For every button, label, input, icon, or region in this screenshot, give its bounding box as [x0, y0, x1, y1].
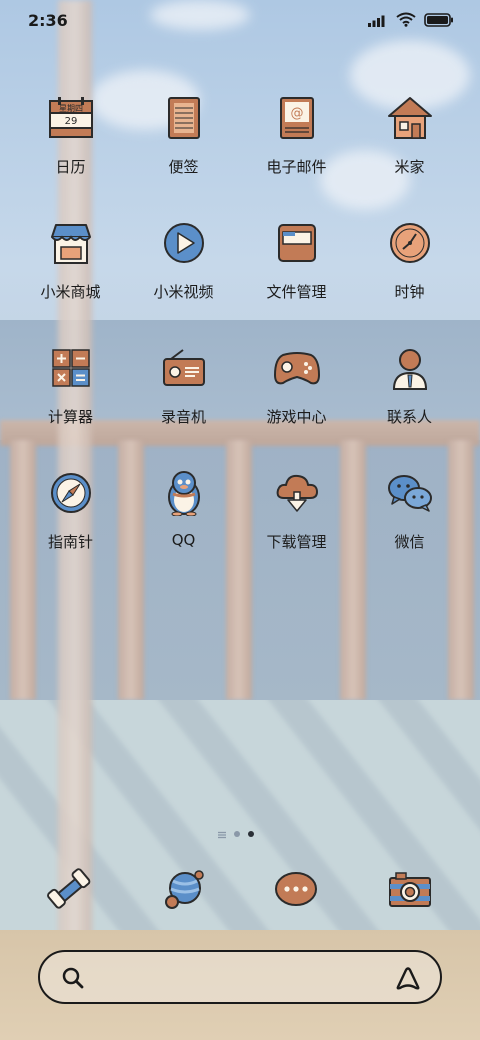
- dock-phone[interactable]: [40, 862, 100, 922]
- app-label: 下载管理: [266, 533, 327, 551]
- contact-icon: [382, 340, 438, 396]
- status-time: 2:36: [28, 11, 68, 30]
- page-dot-1: [234, 830, 240, 837]
- app-mi-video[interactable]: 小米视频: [127, 215, 240, 325]
- app-label: 小米商城: [40, 283, 101, 301]
- app-qq[interactable]: QQ: [127, 465, 240, 575]
- page-indicator[interactable]: [218, 824, 254, 843]
- calculator-icon: [43, 340, 99, 396]
- wifi-icon: [396, 12, 416, 31]
- app-email[interactable]: @ 电子邮件: [240, 90, 353, 200]
- app-label: 录音机: [160, 408, 206, 426]
- app-file-manager[interactable]: 文件管理: [240, 215, 353, 325]
- camera-icon: [387, 870, 433, 914]
- app-label: 联系人: [386, 408, 432, 426]
- app-label: 小米视频: [153, 283, 214, 301]
- gamepad-icon: [269, 340, 325, 396]
- dock-messages[interactable]: [266, 862, 326, 922]
- notes-icon: [156, 90, 212, 146]
- calendar-weekday: 星期四: [59, 104, 83, 113]
- store-icon: [43, 215, 99, 271]
- minus-one-screen-icon: [218, 824, 226, 843]
- penguin-icon: [156, 465, 212, 521]
- chat-bubbles-icon: [382, 465, 438, 521]
- video-play-icon: [156, 215, 212, 271]
- planet-icon: [161, 867, 207, 917]
- clock-icon: [382, 215, 438, 271]
- assistant-icon[interactable]: [394, 965, 422, 995]
- app-calculator[interactable]: 计算器: [14, 340, 127, 450]
- search-icon[interactable]: [60, 965, 86, 995]
- app-mihome[interactable]: 米家: [353, 90, 466, 200]
- app-download-manager[interactable]: 下载管理: [240, 465, 353, 575]
- compass-icon: [43, 465, 99, 521]
- cloud-download-icon: [269, 465, 325, 521]
- app-label: 米家: [394, 158, 425, 176]
- app-calendar[interactable]: 星期四 29 日历: [14, 90, 127, 200]
- app-label: 文件管理: [266, 283, 327, 301]
- battery-icon: [424, 12, 454, 31]
- app-recorder[interactable]: 录音机: [127, 340, 240, 450]
- dock-camera[interactable]: [380, 862, 440, 922]
- home-icon: [382, 90, 438, 146]
- app-game-center[interactable]: 游戏中心: [240, 340, 353, 450]
- app-clock[interactable]: 时钟: [353, 215, 466, 325]
- calendar-day: 29: [64, 116, 77, 127]
- app-mi-store[interactable]: 小米商城: [14, 215, 127, 325]
- email-icon: @: [269, 90, 325, 146]
- app-label: 日历: [55, 158, 86, 176]
- app-label: 时钟: [394, 283, 425, 301]
- search-bar[interactable]: [38, 950, 442, 1004]
- app-notes[interactable]: 便签: [127, 90, 240, 200]
- page-dot-2-active: [248, 830, 254, 837]
- signal-icon: [368, 12, 388, 31]
- phone-icon: [47, 867, 93, 917]
- app-label: QQ: [171, 531, 196, 549]
- app-label: 便签: [168, 158, 199, 176]
- app-label: 电子邮件: [266, 158, 327, 176]
- app-wechat[interactable]: 微信: [353, 465, 466, 575]
- folder-icon: [269, 215, 325, 271]
- radio-icon: [156, 340, 212, 396]
- app-compass[interactable]: 指南针: [14, 465, 127, 575]
- dock-browser[interactable]: [154, 862, 214, 922]
- status-bar: 2:36: [0, 0, 480, 42]
- message-bubble-icon: [273, 870, 319, 914]
- app-contacts[interactable]: 联系人: [353, 340, 466, 450]
- app-label: 指南针: [47, 533, 93, 551]
- app-label: 微信: [394, 533, 425, 551]
- app-label: 计算器: [47, 408, 93, 426]
- calendar-icon: 星期四 29: [43, 90, 99, 146]
- email-at: @: [290, 106, 303, 121]
- app-label: 游戏中心: [266, 408, 327, 426]
